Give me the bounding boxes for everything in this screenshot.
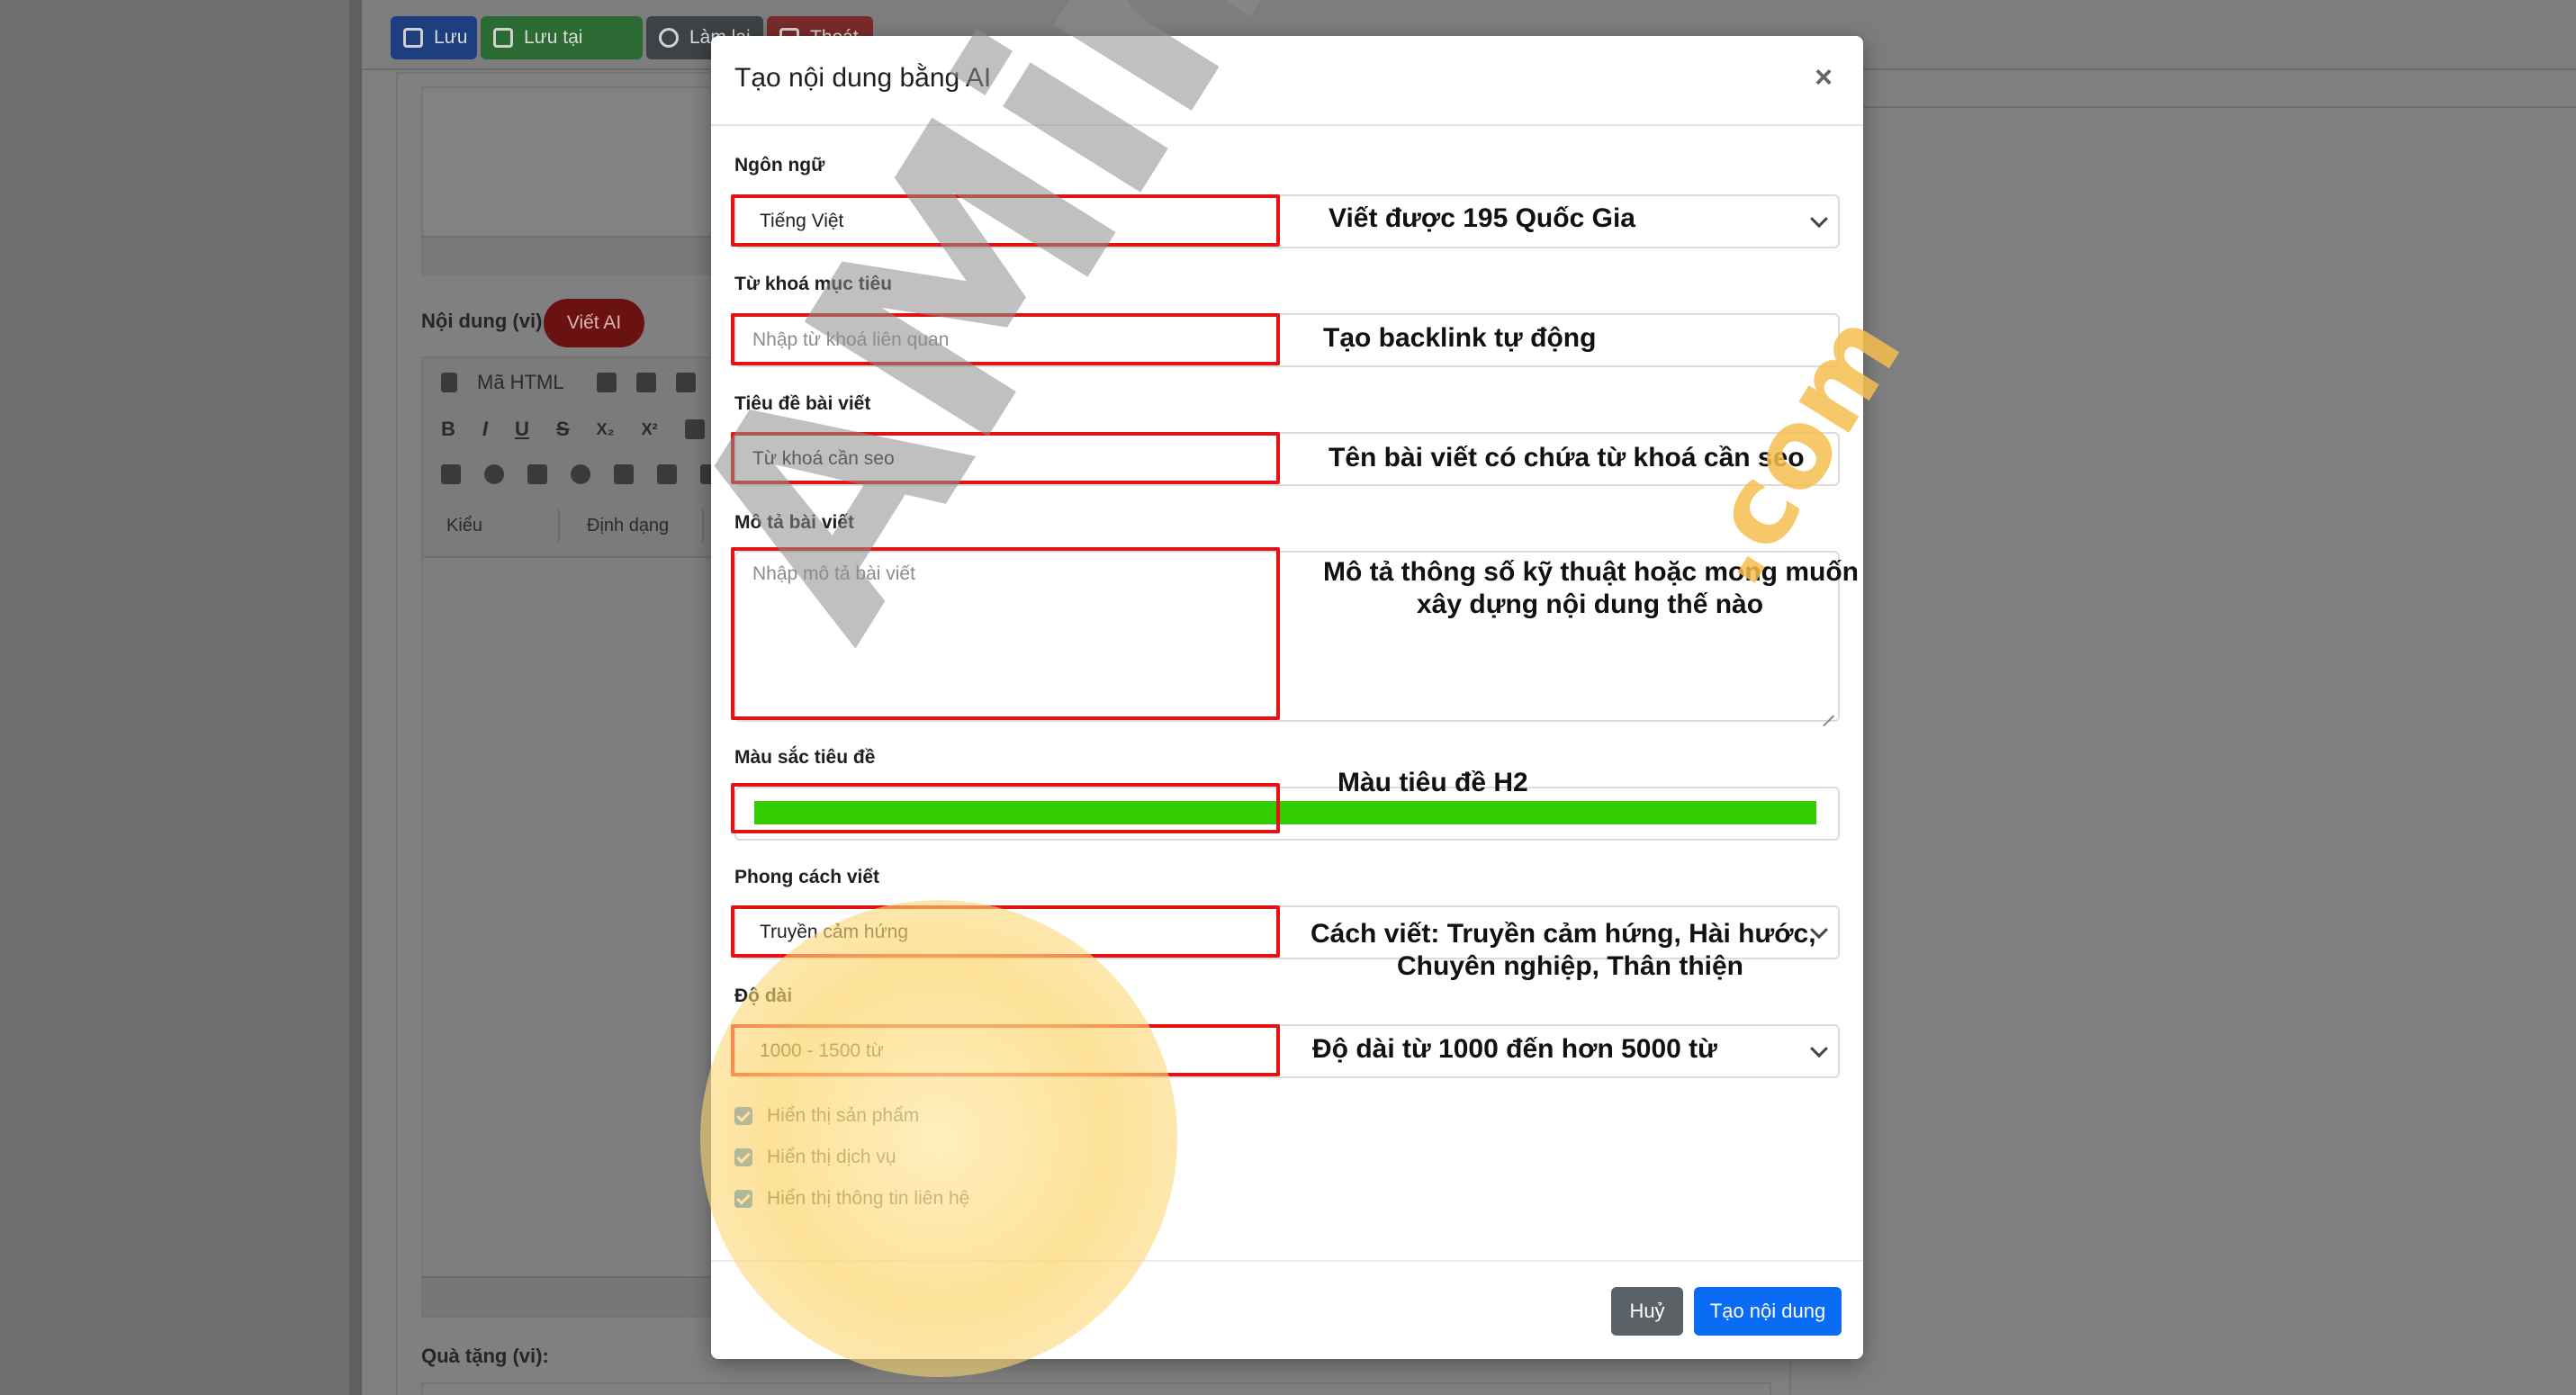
modal-title: Tạo nội dung bằng AI <box>734 63 992 93</box>
table-icon[interactable] <box>657 464 677 484</box>
html-source-button[interactable]: Mã HTML <box>477 371 564 394</box>
chevron-down-icon <box>1810 1040 1828 1058</box>
length-value: 1000 - 1500 từ <box>760 1040 884 1061</box>
style-select[interactable]: Kiểu <box>446 509 560 542</box>
show-products-label: Hiển thị sản phẩm <box>767 1105 920 1126</box>
show-services-checkbox[interactable] <box>734 1148 752 1166</box>
annotation-title: Tên bài viết có chứa từ khoá cần seo <box>1329 443 1805 472</box>
gift-editor <box>421 1382 1771 1395</box>
show-products-checkbox[interactable] <box>734 1107 752 1125</box>
editor-toolbar-row-2: B I U S X₂ X² <box>441 418 705 441</box>
format-select[interactable]: Định dạng <box>587 509 704 542</box>
resize-handle-icon[interactable] <box>1822 704 1834 716</box>
show-services-option[interactable]: Hiển thị dịch vụ <box>734 1147 896 1168</box>
heading-color-picker[interactable] <box>734 787 1840 841</box>
italic-button[interactable]: I <box>482 418 488 441</box>
left-gutter <box>0 0 351 1395</box>
heading-color-swatch <box>754 801 1816 824</box>
show-services-label: Hiển thị dịch vụ <box>767 1147 896 1167</box>
source-icon[interactable] <box>441 373 457 392</box>
remove-format-icon[interactable] <box>684 419 705 439</box>
description-placeholder: Nhập mô tả bài viết <box>752 563 915 584</box>
save-button-label: Lưu <box>434 27 468 48</box>
flash-icon[interactable] <box>484 464 504 484</box>
annotation-style-line1: Cách viết: Truyền cảm hứng, Hài hước, <box>1311 919 1816 949</box>
show-contact-checkbox[interactable] <box>734 1190 752 1208</box>
keyword-placeholder: Nhập từ khoá liên quan <box>752 329 950 350</box>
preview-icon[interactable] <box>635 373 656 392</box>
write-ai-button[interactable]: Viết AI <box>544 299 644 347</box>
show-products-option[interactable]: Hiển thị sản phẩm <box>734 1105 919 1127</box>
gift-label: Quà tặng (vi): <box>421 1345 549 1367</box>
annotation-style-line2: Chuyên nghiệp, Thân thiện <box>1397 951 1743 981</box>
create-content-button[interactable]: Tạo nội dung <box>1694 1287 1842 1336</box>
image-icon[interactable] <box>441 464 461 484</box>
modal-header: Tạo nội dung bằng AI × <box>711 36 1863 126</box>
youtube-icon[interactable] <box>527 464 547 484</box>
subscript-button[interactable]: X₂ <box>597 420 615 439</box>
video-icon[interactable] <box>614 464 634 484</box>
length-label: Độ dài <box>734 986 793 1006</box>
content-label: Nội dung (vi): <box>421 310 549 332</box>
underline-button[interactable]: U <box>515 418 529 441</box>
language-label: Ngôn ngữ <box>734 155 825 176</box>
play-icon[interactable] <box>571 464 590 484</box>
close-icon[interactable]: × <box>1802 56 1845 99</box>
annotation-description-line2: xây dựng nội dung thế nào <box>1417 590 1764 619</box>
show-contact-option[interactable]: Hiển thị thông tin liên hệ <box>734 1188 969 1210</box>
print-icon[interactable] <box>675 373 696 392</box>
modal-footer <box>711 1260 1863 1359</box>
annotation-length: Độ dài từ 1000 đến hơn 5000 từ <box>1312 1034 1717 1064</box>
strike-button[interactable]: S <box>556 418 570 441</box>
annotation-keyword: Tạo backlink tự động <box>1323 323 1597 353</box>
editor-toolbar-row-1: Mã HTML <box>441 371 735 394</box>
writing-style-value: Truyền cảm hứng <box>760 922 909 942</box>
article-title-label: Tiêu đề bài viết <box>734 393 871 414</box>
description-label: Mô tả bài viết <box>734 512 855 533</box>
save-icon <box>493 28 513 48</box>
annotation-description-line1: Mô tả thông số kỹ thuật hoặc mong muốn <box>1323 557 1859 587</box>
annotation-language: Viết được 195 Quốc Gia <box>1329 203 1635 233</box>
chevron-down-icon <box>1810 210 1828 229</box>
article-title-value: Từ khoá cần seo <box>752 448 895 469</box>
save-button[interactable]: Lưu <box>391 16 477 59</box>
annotation-heading-color: Màu tiêu đề H2 <box>1338 768 1528 797</box>
background-right-panel <box>1818 72 2576 108</box>
cancel-button[interactable]: Huỷ <box>1611 1287 1683 1336</box>
save-icon <box>403 28 423 48</box>
editor-toolbar-row-3 <box>441 464 720 484</box>
language-select[interactable]: Tiếng Việt <box>734 194 1840 248</box>
superscript-button[interactable]: X² <box>642 420 658 439</box>
show-contact-label: Hiển thị thông tin liên hệ <box>767 1188 970 1209</box>
writing-style-label: Phong cách viết <box>734 867 880 887</box>
reload-icon <box>659 28 679 48</box>
sidebar-edge <box>349 0 362 1395</box>
bold-button[interactable]: B <box>441 418 455 441</box>
ai-content-modal: Tạo nội dung bằng AI × Ngôn ngữ Tiếng Vi… <box>711 36 1863 1359</box>
new-page-icon[interactable] <box>596 373 617 392</box>
keyword-label: Từ khoá mục tiêu <box>734 274 893 294</box>
save-stay-button[interactable]: Lưu tại trang <box>481 16 643 91</box>
language-value: Tiếng Việt <box>760 211 844 231</box>
heading-color-label: Màu sắc tiêu đề <box>734 747 876 768</box>
keyword-input[interactable]: Nhập từ khoá liên quan <box>734 313 1840 367</box>
